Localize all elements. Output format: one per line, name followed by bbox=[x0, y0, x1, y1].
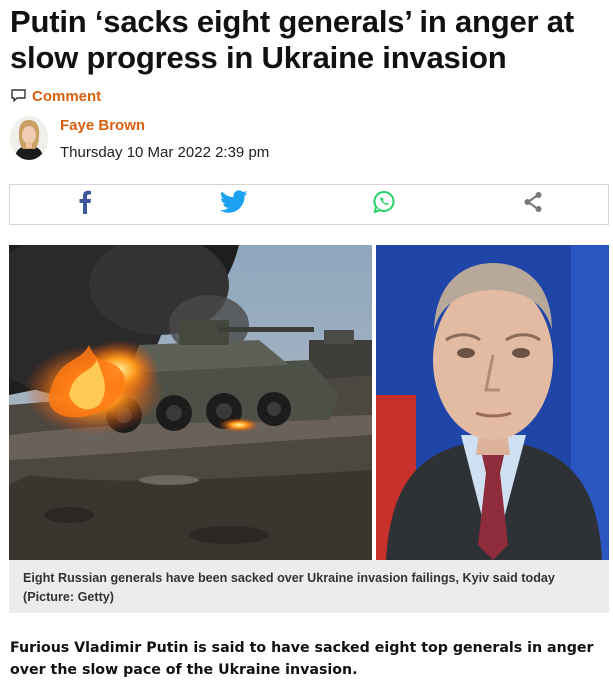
byline: Faye Brown Thursday 10 Mar 2022 2:39 pm bbox=[10, 116, 410, 164]
publish-date: Thursday 10 Mar 2022 2:39 pm bbox=[60, 144, 270, 161]
author-avatar[interactable] bbox=[10, 116, 48, 160]
share-whatsapp-button[interactable] bbox=[309, 185, 459, 224]
image-caption: Eight Russian generals have been sacked … bbox=[9, 560, 609, 613]
article-headline: Putin ‘sacks eight generals’ in anger at… bbox=[10, 4, 574, 75]
burning-armored-vehicle-photo bbox=[9, 245, 372, 560]
share-twitter-button[interactable] bbox=[160, 185, 310, 224]
comment-link[interactable]: Comment bbox=[10, 86, 101, 106]
facebook-icon bbox=[78, 190, 92, 219]
whatsapp-icon bbox=[372, 190, 396, 219]
share-bar bbox=[9, 184, 609, 225]
article-lede: Furious Vladimir Putin is said to have s… bbox=[10, 640, 594, 678]
putin-portrait-photo bbox=[376, 245, 609, 560]
share-facebook-button[interactable] bbox=[10, 185, 160, 224]
comment-icon bbox=[10, 88, 28, 104]
share-icon bbox=[523, 191, 543, 218]
author-name-link[interactable]: Faye Brown bbox=[60, 117, 145, 134]
share-more-button[interactable] bbox=[459, 185, 609, 224]
twitter-icon bbox=[220, 190, 248, 219]
comment-label: Comment bbox=[32, 87, 102, 105]
hero-image bbox=[9, 245, 609, 560]
